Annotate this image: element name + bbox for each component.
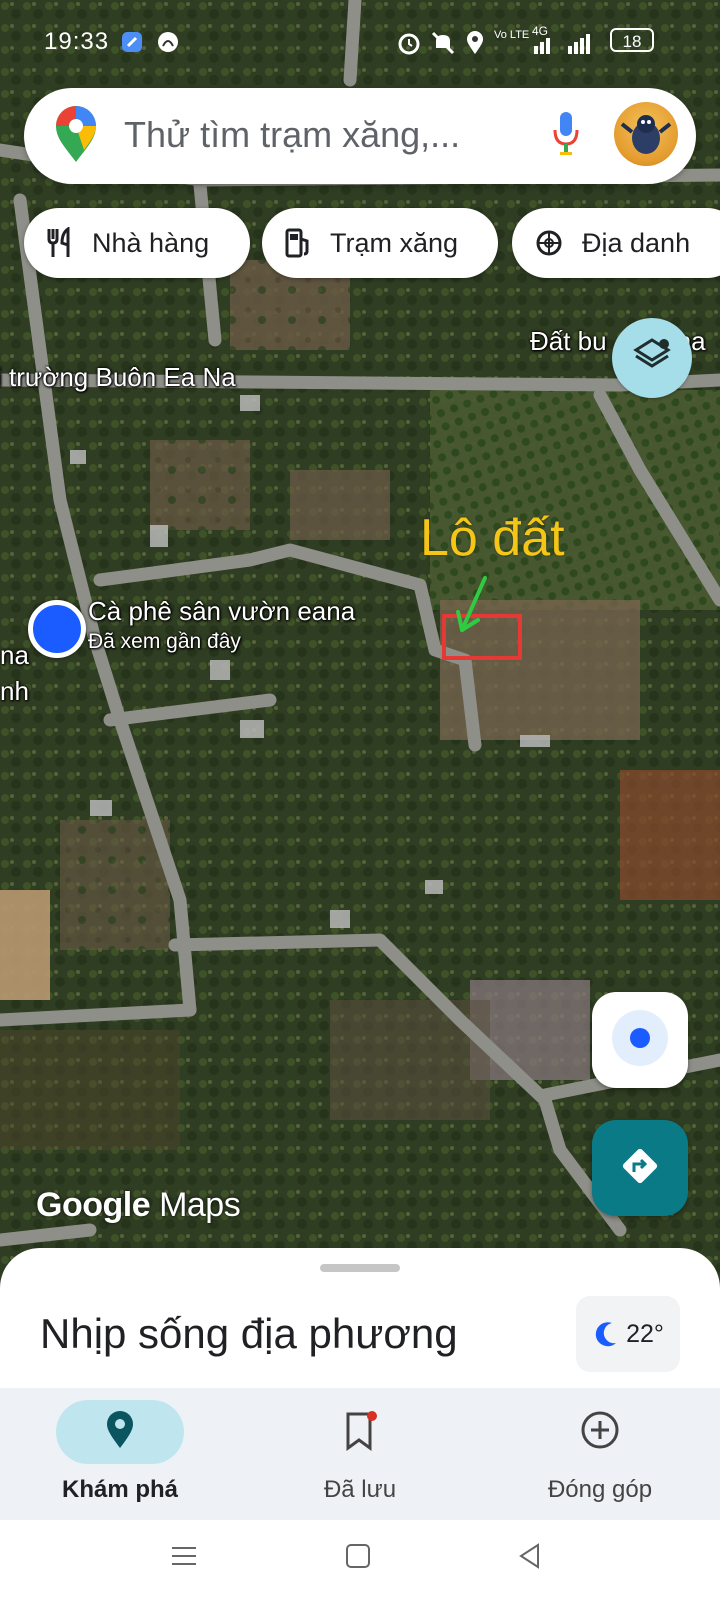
lot-annotation-text: Lô đất <box>420 509 565 567</box>
menu-icon[interactable] <box>170 1542 198 1575</box>
layers-icon <box>630 334 674 383</box>
home-icon[interactable] <box>344 1542 372 1575</box>
signal-icon <box>532 30 602 63</box>
mute-icon <box>430 30 456 63</box>
place-label-cafe[interactable]: Cà phê sân vườn eana <box>88 596 355 627</box>
layers-button[interactable] <box>612 318 692 398</box>
app-icon <box>156 30 180 61</box>
nav-saved[interactable]: Đã lưu <box>240 1388 480 1520</box>
battery-level: 18 <box>622 32 642 51</box>
place-label-cafe-sub: Đã xem gần đây <box>88 630 241 653</box>
road-label[interactable]: i trường Buôn Ea Na <box>0 362 236 393</box>
bottom-sheet[interactable]: Nhịp sống địa phương 22° <box>0 1248 720 1388</box>
bookmark-icon <box>340 1410 380 1457</box>
nav-explore[interactable]: Khám phá <box>0 1388 240 1520</box>
moon-icon <box>592 1319 620 1349</box>
status-bar: 19:33 Vo LTE 4G 18 <box>0 18 720 66</box>
chip-gas-stations[interactable]: Trạm xăng <box>262 208 498 278</box>
recent-place-marker[interactable] <box>28 600 86 658</box>
volte-label: Vo LTE <box>494 29 530 41</box>
location-icon <box>464 30 486 63</box>
chip-label: Nhà hàng <box>92 227 210 258</box>
landmark-icon <box>534 228 564 258</box>
add-circle-icon <box>580 1410 620 1455</box>
edge-label-2: nh <box>0 676 29 706</box>
restaurant-icon <box>46 227 74 259</box>
edge-label-1: na <box>0 640 29 670</box>
my-location-button[interactable] <box>592 992 688 1088</box>
directions-button[interactable] <box>592 1120 688 1216</box>
gas-station-icon <box>284 227 312 259</box>
nav-label: Đã lưu <box>323 1476 397 1503</box>
status-time: 19:33 <box>44 28 110 55</box>
bottom-nav: Khám phá Đã lưu Đóng góp <box>0 1388 720 1520</box>
explore-pin-icon <box>105 1410 135 1455</box>
avatar[interactable] <box>614 102 678 166</box>
my-location-icon <box>610 1008 670 1073</box>
nav-label: Khám phá <box>61 1476 178 1503</box>
chip-label: Trạm xăng <box>330 227 459 258</box>
directions-icon <box>618 1144 662 1193</box>
logo-maps: Maps <box>159 1186 241 1224</box>
chip-label: Địa danh <box>582 227 691 258</box>
weather-badge[interactable]: 22° <box>576 1296 680 1372</box>
temperature: 22° <box>626 1319 664 1348</box>
search-bar[interactable]: Thử tìm trạm xăng,... <box>24 88 696 184</box>
alarm-icon <box>396 30 422 63</box>
chip-restaurants[interactable]: Nhà hàng <box>24 208 250 278</box>
mic-icon[interactable] <box>552 110 580 163</box>
sheet-title: Nhịp sống địa phương <box>40 1310 458 1357</box>
system-nav-bar <box>0 1520 720 1608</box>
browser-icon <box>120 30 144 61</box>
sheet-drag-handle[interactable] <box>320 1264 400 1272</box>
battery-icon: 18 <box>610 28 654 52</box>
search-input[interactable]: Thử tìm trạm xăng,... <box>124 114 460 156</box>
place-label-part: Đất bu <box>530 326 607 356</box>
logo-google: Google <box>36 1186 151 1224</box>
back-icon[interactable] <box>516 1542 544 1575</box>
nav-contribute[interactable]: Đóng góp <box>480 1388 720 1520</box>
maps-pin-icon <box>54 106 98 169</box>
chip-landmarks[interactable]: Địa danh <box>512 208 720 278</box>
google-maps-logo: Google Maps <box>36 1186 241 1225</box>
nav-label: Đóng góp <box>547 1476 653 1503</box>
